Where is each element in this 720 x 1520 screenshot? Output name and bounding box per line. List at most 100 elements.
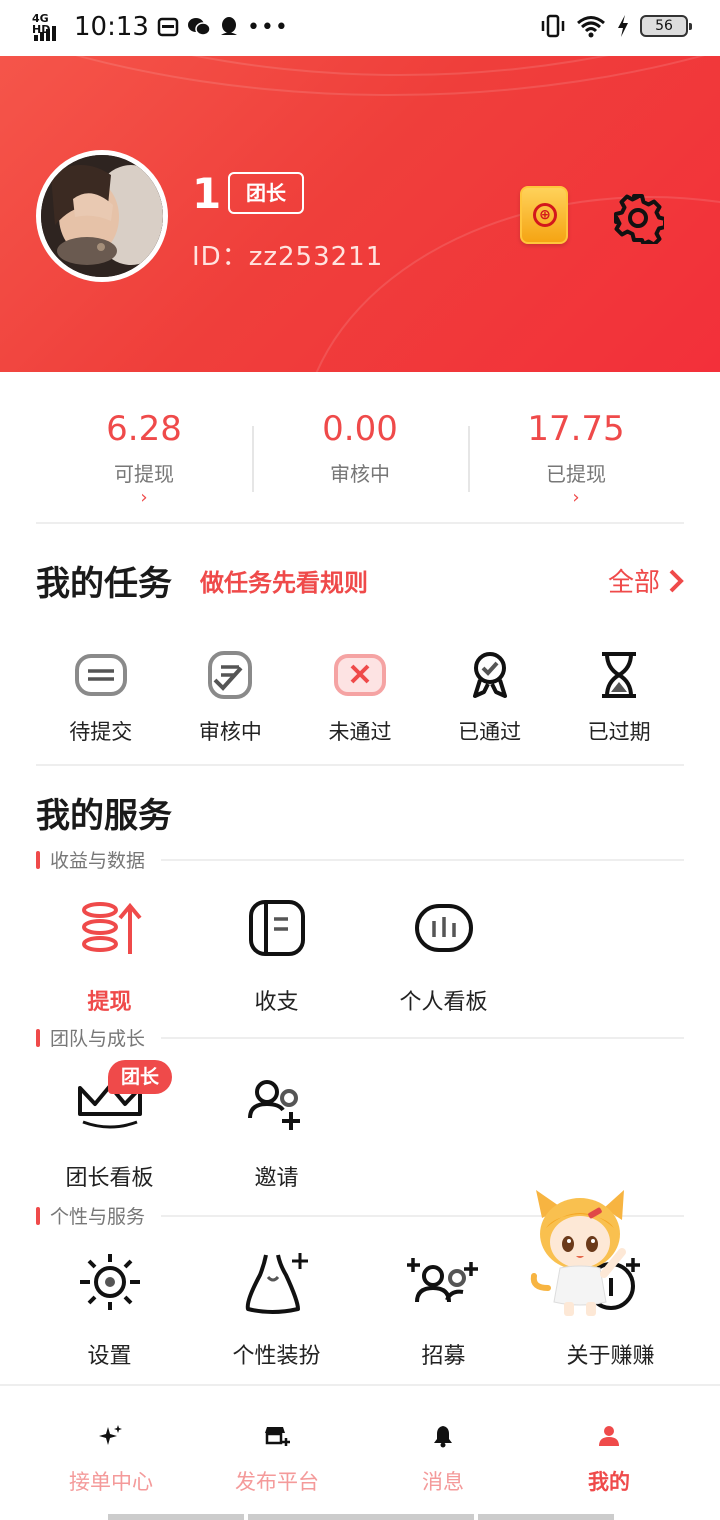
task-reviewing[interactable]: 审核中: [166, 640, 296, 764]
section-label: 收益与数据: [50, 850, 146, 872]
task-label: 待提交: [69, 720, 133, 744]
service-label: 收支: [254, 990, 299, 1015]
qq-icon: [220, 17, 237, 35]
stat-label: 已提现: [546, 462, 606, 486]
section-divider: [161, 858, 684, 861]
nav-publish-platform[interactable]: 发布平台: [194, 1386, 360, 1496]
section-label: 团队与成长: [50, 1028, 146, 1050]
bottom-nav: 接单中心 发布平台 消息 我的: [0, 1384, 720, 1520]
service-label: 招募: [421, 1344, 466, 1369]
gear-icon: [614, 194, 667, 247]
stat-value: 17.75: [527, 409, 625, 449]
section-marker: [36, 1206, 40, 1225]
service-settings[interactable]: 设置: [26, 1244, 193, 1370]
gesture-bar: [108, 1514, 244, 1520]
section-marker: [36, 850, 40, 869]
service-leader-board[interactable]: 团长 团长看板: [26, 1060, 193, 1192]
gesture-bar: [478, 1514, 614, 1520]
nav-messages[interactable]: 消息: [360, 1386, 526, 1496]
pending-icon: [74, 654, 127, 696]
section-earnings: 收益与数据: [36, 846, 684, 873]
withdraw-icon: [81, 902, 142, 954]
task-label: 未通过: [328, 720, 392, 744]
approved-icon: [472, 652, 507, 698]
stat-withdrawable[interactable]: 6.28 可提现 ›: [36, 396, 252, 522]
recruit-icon: [406, 1258, 478, 1303]
coin-icon: ⊕: [533, 203, 557, 227]
nav-label: 我的: [588, 1470, 630, 1494]
service-recruit[interactable]: 招募: [360, 1244, 527, 1370]
stat-reviewing[interactable]: 0.00 审核中: [252, 396, 468, 522]
service-invite[interactable]: 邀请: [193, 1066, 360, 1192]
section-marker: [36, 1028, 40, 1047]
nav-mine[interactable]: 我的: [526, 1386, 692, 1496]
service-label: 个性装扮: [232, 1344, 321, 1369]
bell-icon: [434, 1426, 452, 1448]
ledger-icon: [248, 900, 305, 956]
task-rules-link[interactable]: 做任务先看规则: [200, 563, 368, 598]
task-approved[interactable]: 已通过: [425, 640, 555, 764]
person-icon: [599, 1426, 619, 1446]
floating-mascot[interactable]: [526, 1188, 636, 1318]
task-pending[interactable]: 待提交: [36, 640, 166, 764]
chevron-right-icon: [669, 569, 684, 592]
stat-value: 6.28: [106, 409, 182, 449]
wifi-icon: [577, 16, 605, 38]
service-label: 团长看板: [65, 1166, 154, 1191]
task-status-row: 待提交 审核中 未通过 已通过 已过期: [36, 640, 684, 766]
stat-label: 审核中: [330, 462, 390, 486]
service-dress-up[interactable]: 个性装扮: [193, 1244, 360, 1370]
section-team: 团队与成长: [36, 1024, 684, 1051]
coin-wallet-button[interactable]: ⊕: [520, 186, 568, 244]
avatar[interactable]: [36, 150, 168, 282]
store-icon: [265, 1427, 290, 1446]
service-ledger[interactable]: 收支: [193, 890, 360, 1016]
service-label: 提现: [87, 990, 132, 1015]
stat-chevron: [252, 487, 468, 509]
nav-label: 接单中心: [69, 1470, 153, 1494]
tasks-title: 我的任务: [36, 564, 172, 604]
task-rejected[interactable]: 未通过: [295, 640, 425, 764]
chevron-right-icon: ›: [140, 487, 148, 508]
leader-badge: 团长: [108, 1060, 172, 1094]
vibrate-icon: [541, 14, 565, 38]
services-row-team: 团长 团长看板 邀请: [26, 1060, 694, 1192]
rejected-icon: [333, 654, 386, 696]
profile-header: 1 团长 ID：zz253211 ⊕: [0, 56, 720, 372]
nav-label: 消息: [422, 1470, 464, 1494]
sim-icon: [157, 17, 179, 37]
dashboard-icon: [414, 904, 473, 952]
charging-icon: [618, 15, 628, 37]
stat-withdrawn[interactable]: 17.75 已提现 ›: [468, 396, 684, 522]
tasks-all-label: 全部: [607, 568, 660, 598]
task-label: 已通过: [458, 720, 522, 744]
settings-sun-icon: [79, 1254, 140, 1310]
wechat-icon: [187, 18, 211, 36]
nav-order-center[interactable]: 接单中心: [28, 1386, 194, 1496]
stat-label: 可提现: [114, 462, 174, 486]
service-withdraw[interactable]: 提现: [26, 890, 193, 1016]
service-label: 个人看板: [399, 990, 488, 1015]
tasks-all-link[interactable]: 全部: [608, 562, 684, 599]
task-expired[interactable]: 已过期: [554, 640, 684, 764]
service-label: 邀请: [254, 1166, 299, 1191]
signal-icon: 4G HD: [32, 13, 66, 41]
services-row-earnings: 提现 收支 个人看板: [26, 890, 694, 1016]
expired-icon: [602, 652, 637, 698]
section-label: 个性与服务: [50, 1206, 146, 1228]
settings-button[interactable]: [612, 192, 667, 247]
nav-label: 发布平台: [235, 1470, 319, 1494]
role-tag: 团长: [228, 172, 304, 214]
services-title: 我的服务: [36, 796, 172, 836]
task-label: 已过期: [587, 720, 651, 744]
gesture-bar: [248, 1514, 474, 1520]
more-icon: •••: [246, 14, 289, 40]
battery-icon: 56: [640, 15, 692, 37]
invite-icon: [247, 1080, 300, 1130]
balance-stats: 6.28 可提现 › 0.00 审核中 17.75 已提现 ›: [36, 396, 684, 524]
sparkle-icon: [99, 1425, 122, 1445]
clock: 10:13: [74, 12, 149, 42]
service-dashboard[interactable]: 个人看板: [360, 890, 527, 1016]
service-label: 设置: [87, 1344, 132, 1369]
stat-value: 0.00: [322, 409, 398, 449]
